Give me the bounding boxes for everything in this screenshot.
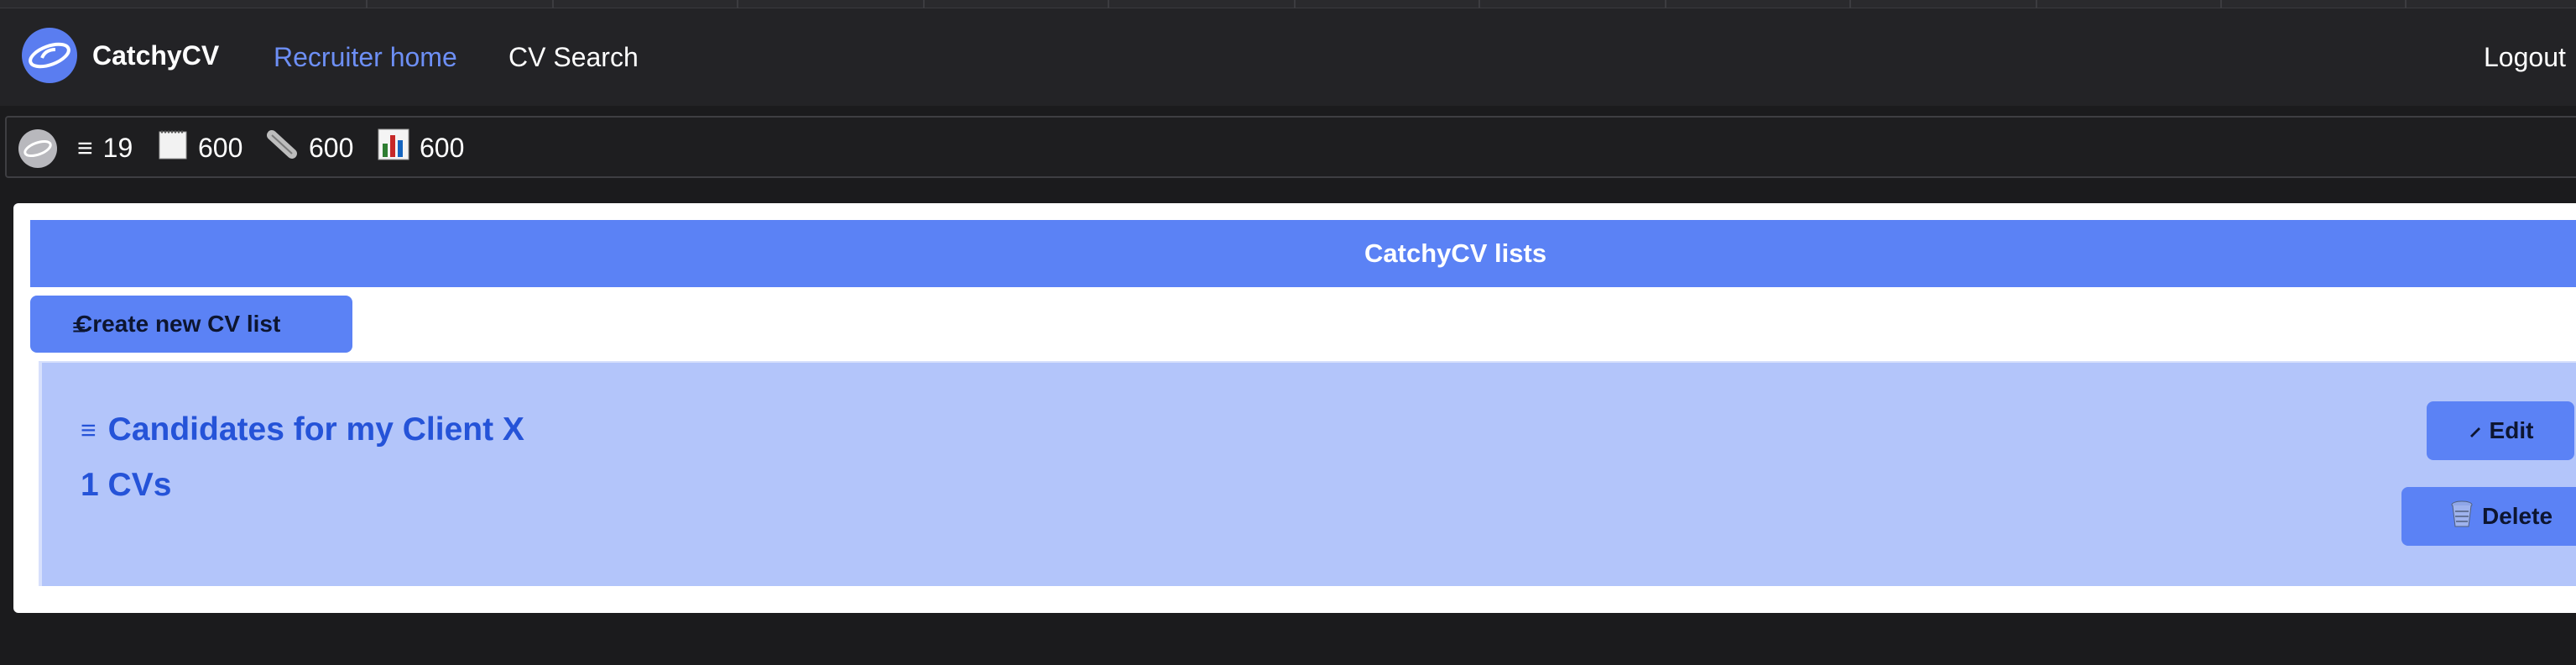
brand[interactable]: CatchyCV xyxy=(22,28,220,83)
create-cv-list-label: Create new CV list xyxy=(76,311,281,337)
list-item[interactable]: ≡ Candidates for my Client X 1 CVs Edit … xyxy=(39,361,2576,586)
stat-lists: ≡ 19 xyxy=(77,129,133,166)
scroll-icon xyxy=(267,128,299,167)
stat-charts: 600 xyxy=(378,128,465,167)
edit-label: Edit xyxy=(2489,417,2534,443)
stat-notes-value: 600 xyxy=(198,132,243,163)
list-icon: ≡ xyxy=(72,314,86,340)
delete-label: Delete xyxy=(2481,503,2553,529)
stat-scrolls: 600 xyxy=(267,129,353,166)
delete-button[interactable]: Delete xyxy=(2401,487,2576,546)
brand-name: CatchyCV xyxy=(92,39,220,71)
pencil-icon xyxy=(2468,417,2483,444)
bar-chart-icon xyxy=(378,128,409,167)
stats-bar: ≡ 19 600 600 600 xyxy=(5,116,2576,178)
navbar: CatchyCV Recruiter home CV Search Logout… xyxy=(0,8,2576,106)
list-cv-count: 1 CVs xyxy=(81,467,172,503)
card-header: CatchyCV lists xyxy=(30,220,2576,287)
list-icon: ≡ xyxy=(77,132,93,163)
stat-lists-value: 19 xyxy=(102,132,133,163)
catchycv-small-logo-icon xyxy=(18,129,57,168)
list-title-text: Candidates for my Client X xyxy=(107,411,524,448)
stat-charts-value: 600 xyxy=(420,132,465,163)
page-title: CatchyCV lists xyxy=(1364,238,1547,268)
stat-scrolls-value: 600 xyxy=(309,132,354,163)
edit-button[interactable]: Edit xyxy=(2427,401,2574,460)
catchycv-logo-icon xyxy=(22,28,77,83)
nav-recruiter-home[interactable]: Recruiter home xyxy=(274,42,457,73)
stat-notes: 600 xyxy=(158,129,242,166)
list-title[interactable]: ≡ Candidates for my Client X xyxy=(81,411,524,448)
notepad-icon xyxy=(158,128,188,167)
logout-link[interactable]: Logout xyxy=(2484,42,2566,73)
cv-lists-card: CatchyCV lists ≡ Create new CV list ≡ Ca… xyxy=(13,203,2576,613)
trash-icon xyxy=(2448,500,2475,534)
create-cv-list-button[interactable]: ≡ Create new CV list xyxy=(30,296,352,353)
list-icon: ≡ xyxy=(81,414,96,445)
nav-cv-search[interactable]: CV Search xyxy=(508,42,639,73)
top-strip xyxy=(0,0,2576,8)
